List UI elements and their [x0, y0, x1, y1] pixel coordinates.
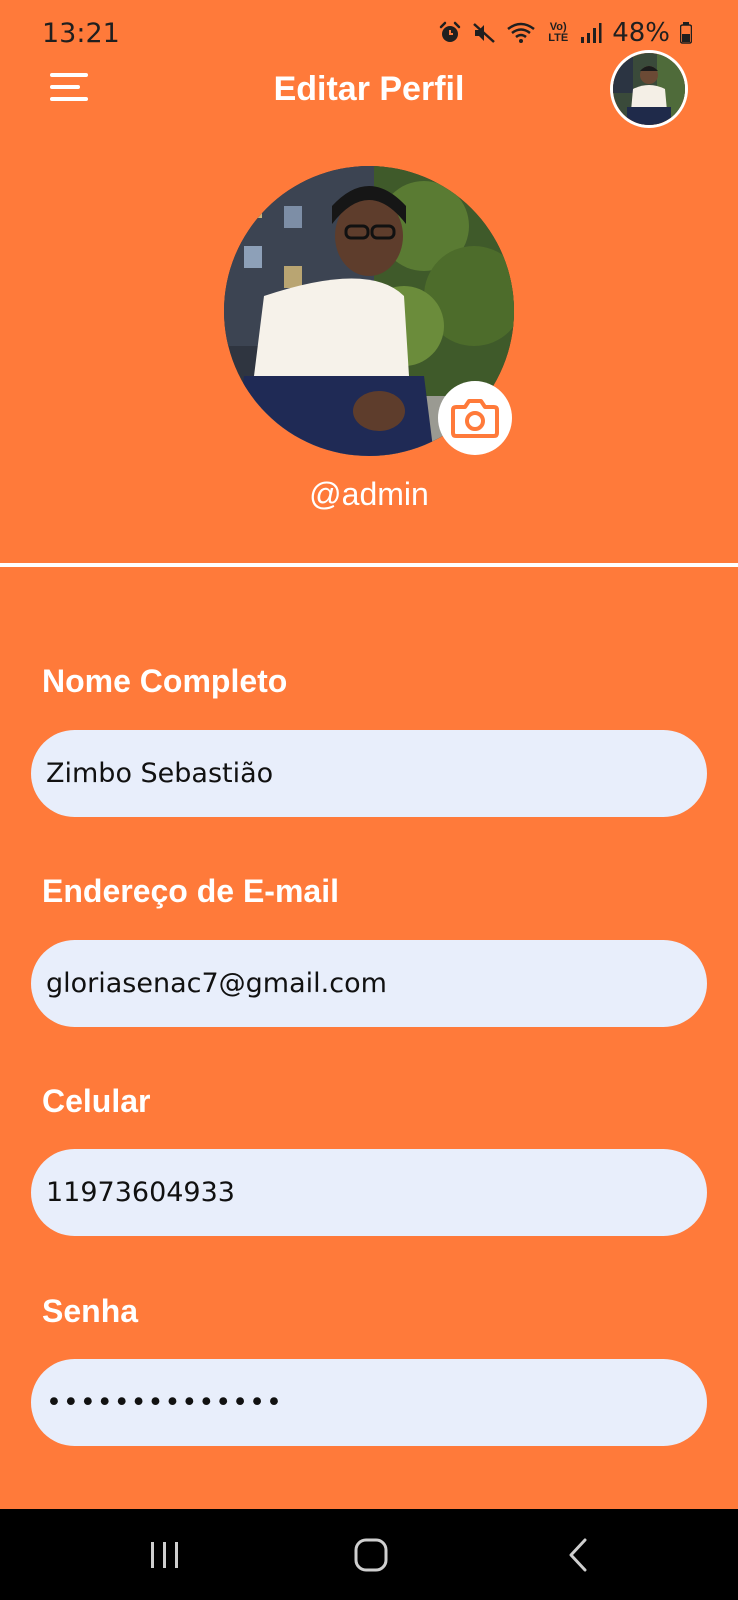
phone-label: Celular: [42, 1083, 151, 1119]
status-time: 13:21: [42, 18, 120, 49]
system-nav-bar: [0, 1509, 738, 1600]
password-input[interactable]: [31, 1359, 707, 1446]
change-photo-button[interactable]: [438, 381, 512, 455]
lte-icon: Vo) LTE: [548, 21, 569, 44]
home-button[interactable]: [311, 1509, 431, 1600]
alarm-icon: [439, 21, 461, 42]
username: @admin: [309, 476, 429, 512]
email-input[interactable]: [31, 940, 707, 1027]
wifi-icon: [507, 22, 535, 43]
back-icon: [569, 1538, 587, 1571]
signal-icon: [581, 23, 602, 43]
back-button[interactable]: [518, 1509, 638, 1600]
battery-percentage: 48%: [612, 18, 670, 48]
phone-input[interactable]: [31, 1149, 707, 1236]
recent-apps-icon: [151, 1541, 178, 1568]
password-label: Senha: [42, 1293, 139, 1329]
camera-icon: [451, 399, 499, 438]
full-name-input[interactable]: [31, 730, 707, 817]
section-divider: [0, 563, 738, 567]
mute-icon: [473, 23, 496, 43]
full-name-label: Nome Completo: [42, 663, 288, 699]
header-avatar[interactable]: [610, 50, 688, 128]
email-label: Endereço de E-mail: [42, 873, 339, 909]
status-icons: Vo) LTE 48%: [438, 18, 692, 48]
recent-apps-button[interactable]: [105, 1509, 225, 1600]
app-header: Editar Perfil: [0, 50, 738, 130]
home-icon: [354, 1538, 388, 1571]
battery-icon: [680, 22, 692, 44]
